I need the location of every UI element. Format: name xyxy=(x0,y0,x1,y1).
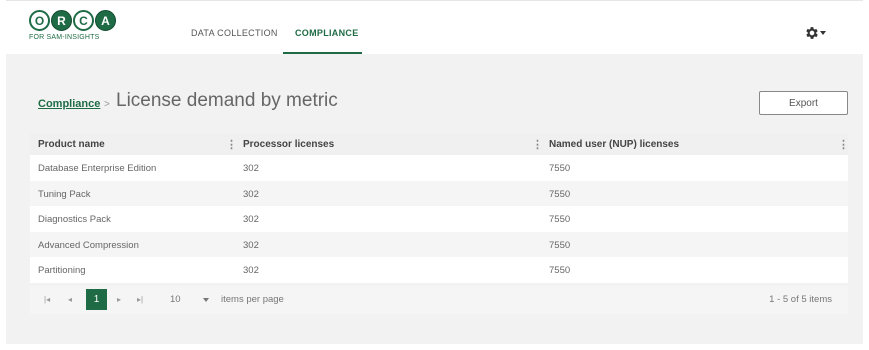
previous-page-icon[interactable]: ◂ xyxy=(68,295,72,304)
column-menu-icon[interactable]: ⋮ xyxy=(226,138,237,151)
table-row[interactable]: Advanced Compression 302 7550 xyxy=(30,231,848,258)
logo-letter: R xyxy=(51,10,72,31)
logo-letter: C xyxy=(73,10,94,31)
table-row[interactable]: Diagnostics Pack 302 7550 xyxy=(30,206,848,232)
pager: |◂ ◂ 1 ▸ ▸| 10 items per page 1 - 5 of 5… xyxy=(30,286,848,314)
logo-subtitle: FOR SAM-INSIGHTS xyxy=(29,34,100,41)
breadcrumb-separator: > xyxy=(104,99,110,110)
page-title: License demand by metric xyxy=(116,90,338,111)
export-button[interactable]: Export xyxy=(759,91,848,115)
page-size-chevron-down-icon[interactable] xyxy=(203,298,209,302)
cell-nup-licenses: 7550 xyxy=(549,239,571,251)
table-row[interactable]: Tuning Pack 302 7550 xyxy=(30,180,848,207)
breadcrumb-compliance-link[interactable]: Compliance xyxy=(38,98,100,110)
cell-processor-licenses: 302 xyxy=(243,239,259,251)
cell-product-name: Advanced Compression xyxy=(38,239,139,251)
page-button-current[interactable]: 1 xyxy=(86,289,107,310)
cell-nup-licenses: 7550 xyxy=(549,265,571,277)
last-page-icon[interactable]: ▸| xyxy=(137,295,143,304)
cell-processor-licenses: 302 xyxy=(243,188,259,200)
table-row[interactable]: Partitioning 302 7550 xyxy=(30,257,848,283)
column-menu-icon[interactable]: ⋮ xyxy=(532,138,543,151)
pager-info: 1 - 5 of 5 items xyxy=(769,294,832,305)
nav-data-collection[interactable]: DATA COLLECTION xyxy=(191,28,278,38)
page-size-select[interactable]: 10 xyxy=(170,294,181,305)
top-bar: O R C A FOR SAM-INSIGHTS DATA COLLECTION… xyxy=(6,0,863,55)
table-row[interactable]: Database Enterprise Edition 302 7550 xyxy=(30,155,848,181)
cell-processor-licenses: 302 xyxy=(243,265,259,277)
settings-chevron-down-icon[interactable] xyxy=(820,31,826,35)
orca-logo[interactable]: O R C A FOR SAM-INSIGHTS xyxy=(29,10,129,52)
cell-product-name: Partitioning xyxy=(38,265,86,277)
cell-product-name: Diagnostics Pack xyxy=(38,214,111,226)
gear-icon[interactable] xyxy=(804,25,820,41)
cell-processor-licenses: 302 xyxy=(243,163,259,174)
logo-letter: O xyxy=(29,10,50,31)
cell-nup-licenses: 7550 xyxy=(549,163,571,174)
logo-letters: O R C A xyxy=(29,10,129,31)
column-header-product-name[interactable]: Product name xyxy=(38,139,105,150)
logo-letter: A xyxy=(95,10,116,31)
cell-product-name: Database Enterprise Edition xyxy=(38,163,157,174)
column-header-processor-licenses[interactable]: Processor licenses xyxy=(243,139,334,150)
grid-header: Product name ⋮ Processor licenses ⋮ Name… xyxy=(30,133,849,155)
column-menu-icon[interactable]: ⋮ xyxy=(838,138,849,151)
nav-compliance[interactable]: COMPLIANCE xyxy=(295,28,359,38)
column-header-nup-licenses[interactable]: Named user (NUP) licenses xyxy=(549,139,679,150)
cell-nup-licenses: 7550 xyxy=(549,188,571,200)
next-page-icon[interactable]: ▸ xyxy=(117,295,121,304)
license-grid: Product name ⋮ Processor licenses ⋮ Name… xyxy=(30,133,849,283)
page-size-label: items per page xyxy=(221,294,284,305)
first-page-icon[interactable]: |◂ xyxy=(44,295,50,304)
cell-processor-licenses: 302 xyxy=(243,214,259,226)
cell-product-name: Tuning Pack xyxy=(38,188,91,200)
cell-nup-licenses: 7550 xyxy=(549,214,571,226)
